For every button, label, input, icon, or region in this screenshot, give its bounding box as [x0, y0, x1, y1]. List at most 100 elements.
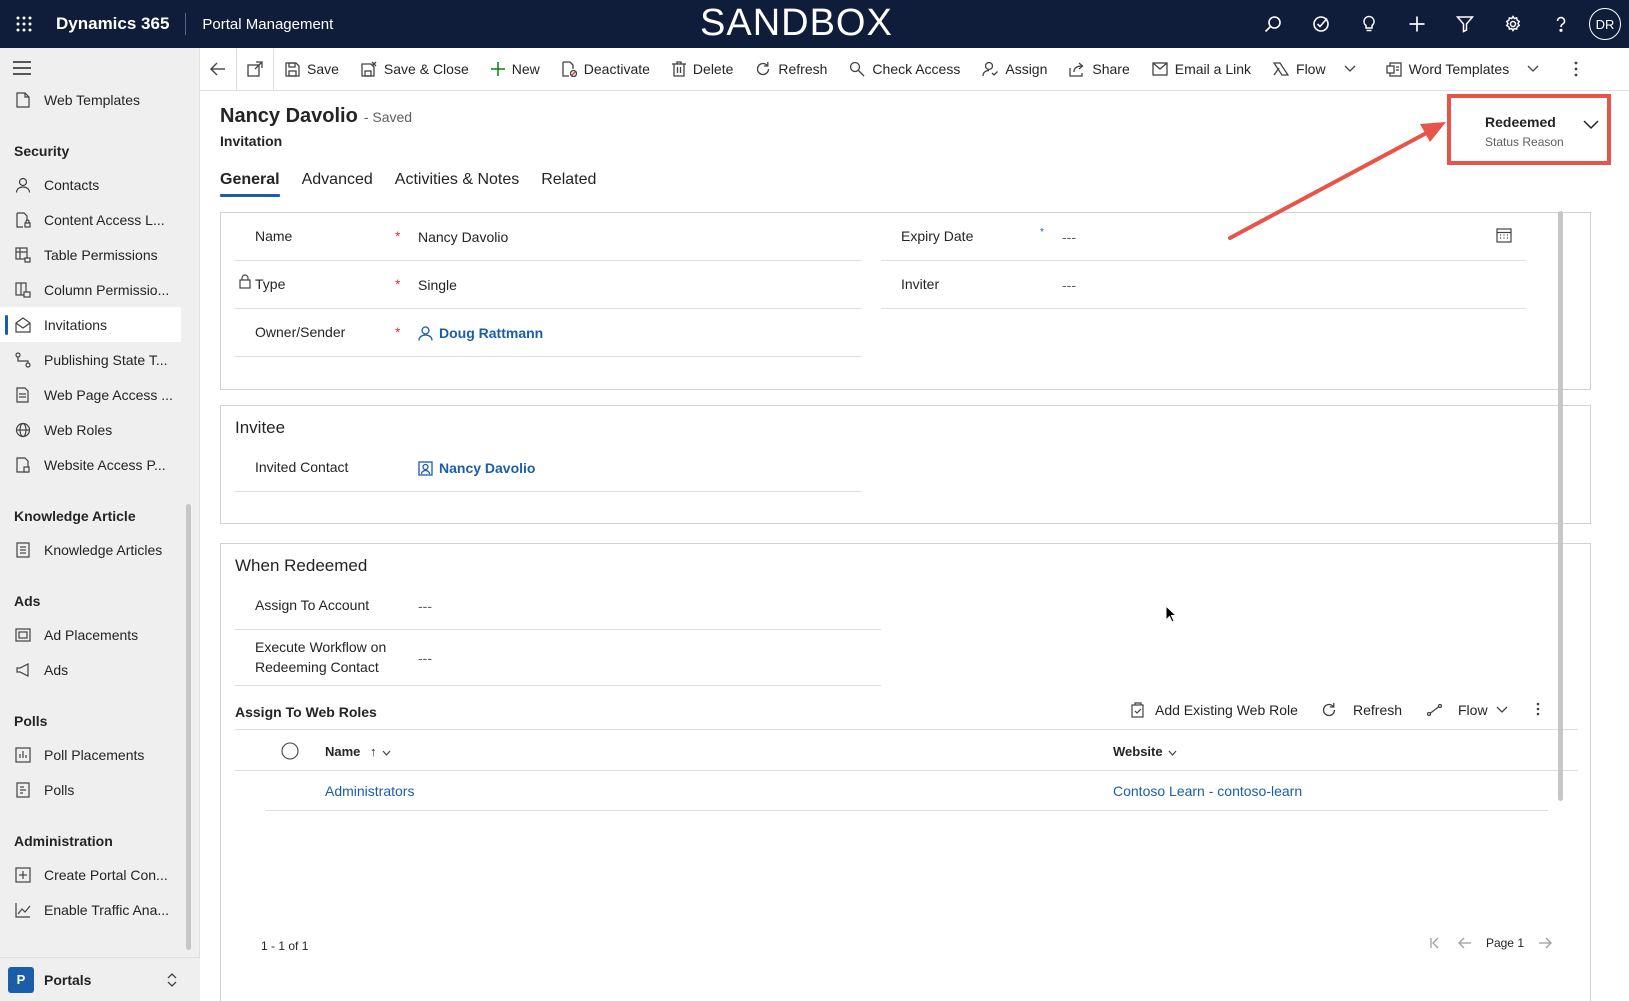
check-access-button[interactable]: Check Access: [838, 48, 971, 91]
inviter-field[interactable]: Inviter ---: [881, 261, 1526, 309]
placement-icon: [14, 626, 32, 644]
name-field[interactable]: Name * Nancy Davolio: [235, 213, 861, 261]
website-access-icon: [14, 456, 32, 474]
sidebar-item-knowledge-articles[interactable]: Knowledge Articles: [0, 532, 199, 567]
sidebar-scrollbar[interactable]: [186, 504, 191, 950]
main-scrollbar[interactable]: [1558, 211, 1563, 801]
search-icon[interactable]: [1249, 0, 1297, 48]
sidebar-item-publishing-state-transitions[interactable]: Publishing State T...: [0, 342, 199, 377]
sidebar-item-invitations[interactable]: Invitations: [0, 307, 181, 342]
email-a-link-button[interactable]: Email a Link: [1141, 48, 1262, 91]
sidebar-item-web-templates[interactable]: Web Templates: [0, 82, 199, 117]
environment-banner: SANDBOX: [700, 2, 893, 44]
subgrid-header: Name ↑ Website: [235, 729, 1578, 771]
name-value[interactable]: Nancy Davolio: [418, 229, 508, 245]
more-commands-button[interactable]: [1564, 48, 1588, 91]
sidebar-item-contacts[interactable]: Contacts: [0, 167, 199, 202]
app-name[interactable]: Dynamics 365: [48, 13, 187, 35]
flow-button[interactable]: Flow: [1262, 48, 1367, 91]
status-reason-value: Redeemed: [1485, 114, 1556, 130]
sidebar-item-website-access-permissions[interactable]: Website Access P...: [0, 447, 199, 482]
share-button[interactable]: Share: [1058, 48, 1140, 91]
subgrid-refresh-button[interactable]: Refresh: [1321, 702, 1402, 718]
sidebar-item-content-access-levels[interactable]: Content Access L...: [0, 202, 199, 237]
column-header-website[interactable]: Website: [1113, 744, 1177, 759]
execute-workflow-field[interactable]: Execute Workflow on Redeeming Contact ---: [235, 630, 881, 686]
previous-page-icon[interactable]: [1458, 937, 1472, 949]
add-existing-web-role-button[interactable]: Add Existing Web Role: [1131, 702, 1298, 718]
help-icon[interactable]: [1537, 0, 1585, 48]
invited-contact-link[interactable]: Nancy Davolio: [418, 460, 535, 476]
sidebar-item-web-page-access[interactable]: Web Page Access ...: [0, 377, 199, 412]
pagination: Page 1: [1422, 936, 1560, 950]
sidebar-item-ad-placements[interactable]: Ad Placements: [0, 617, 199, 652]
column-header-website-label: Website: [1113, 744, 1163, 759]
tab-general[interactable]: General: [220, 171, 280, 197]
save-button[interactable]: Save: [274, 48, 350, 91]
subgrid-more-button[interactable]: [1536, 702, 1540, 716]
refresh-icon: [755, 61, 771, 77]
sidebar-item-create-portal-content[interactable]: Create Portal Con...: [0, 857, 199, 892]
tab-related[interactable]: Related: [541, 171, 596, 197]
app-launcher-icon[interactable]: [0, 0, 48, 48]
area-name[interactable]: Portal Management: [186, 16, 333, 33]
back-arrow-icon: [210, 62, 226, 76]
type-field[interactable]: Type * Single: [235, 261, 861, 309]
owner-sender-field[interactable]: Owner/Sender * Doug Rattmann: [235, 309, 861, 357]
sidebar-item-enable-traffic-analytics[interactable]: Enable Traffic Ana...: [0, 892, 199, 927]
sidebar-item-label: Website Access P...: [44, 456, 166, 473]
column-icon: [14, 281, 32, 299]
chevron-down-icon[interactable]: [1496, 706, 1508, 714]
task-icon[interactable]: [1297, 0, 1345, 48]
chevron-down-icon[interactable]: [1344, 65, 1356, 73]
execute-workflow-value[interactable]: ---: [418, 650, 432, 666]
user-avatar[interactable]: DR: [1589, 8, 1621, 40]
sidebar-item-poll-placements[interactable]: Poll Placements: [0, 737, 199, 772]
website-link[interactable]: Contoso Learn - contoso-learn: [1113, 783, 1302, 799]
expiry-date-value[interactable]: ---: [1062, 229, 1076, 245]
deactivate-button[interactable]: Deactivate: [551, 48, 661, 91]
assign-to-account-field[interactable]: Assign To Account ---: [235, 582, 881, 630]
sidebar-item-polls[interactable]: Polls: [0, 772, 199, 807]
assign-to-account-value[interactable]: ---: [418, 598, 432, 614]
owner-sender-link[interactable]: Doug Rattmann: [418, 325, 543, 341]
sidebar-item-table-permissions[interactable]: Table Permissions: [0, 237, 199, 272]
inviter-value[interactable]: ---: [1062, 277, 1076, 293]
sidebar-item-web-roles[interactable]: Web Roles: [0, 412, 199, 447]
name-label: Name: [255, 228, 293, 244]
tab-advanced[interactable]: Advanced: [302, 171, 373, 197]
back-button[interactable]: [200, 48, 236, 91]
first-page-icon[interactable]: [1430, 937, 1442, 949]
save-and-close-button[interactable]: Save & Close: [350, 48, 480, 91]
status-reason-field[interactable]: Redeemed Status Reason: [1447, 94, 1611, 165]
area-badge: P: [8, 966, 34, 993]
next-page-icon[interactable]: [1538, 937, 1552, 949]
sidebar-item-column-permissions[interactable]: Column Permissio...: [0, 272, 199, 307]
tab-activities-notes[interactable]: Activities & Notes: [395, 171, 519, 197]
new-button[interactable]: New: [480, 48, 551, 91]
table-row[interactable]: Administrators Contoso Learn - contoso-l…: [265, 771, 1548, 811]
expiry-date-field[interactable]: Expiry Date * ---: [881, 213, 1526, 261]
area-switcher[interactable]: P Portals: [0, 957, 200, 1001]
web-role-name-link[interactable]: Administrators: [325, 783, 414, 799]
filter-icon[interactable]: [1441, 0, 1489, 48]
add-existing-icon: [1131, 702, 1145, 718]
calendar-icon[interactable]: [1496, 227, 1512, 246]
word-templates-button[interactable]: Word Templates: [1375, 48, 1551, 91]
invited-contact-field[interactable]: Invited Contact Nancy Davolio: [235, 444, 861, 492]
plus-icon[interactable]: [1393, 0, 1441, 48]
subgrid-flow-button[interactable]: Flow: [1427, 702, 1508, 718]
chevron-down-icon[interactable]: [1527, 65, 1539, 73]
sidebar-item-ads[interactable]: Ads: [0, 652, 199, 687]
assign-button[interactable]: Assign: [971, 48, 1058, 91]
column-header-name[interactable]: Name ↑: [325, 744, 391, 759]
refresh-button[interactable]: Refresh: [744, 48, 838, 91]
column-header-name-label: Name: [325, 744, 361, 759]
chevron-down-icon[interactable]: [1583, 117, 1599, 133]
delete-button[interactable]: Delete: [661, 48, 744, 91]
select-all-checkbox[interactable]: [281, 742, 299, 763]
settings-icon[interactable]: [1489, 0, 1537, 48]
assign-label: Assign: [1005, 61, 1048, 77]
open-new-window-button[interactable]: [237, 48, 273, 91]
lightbulb-icon[interactable]: [1345, 0, 1393, 48]
